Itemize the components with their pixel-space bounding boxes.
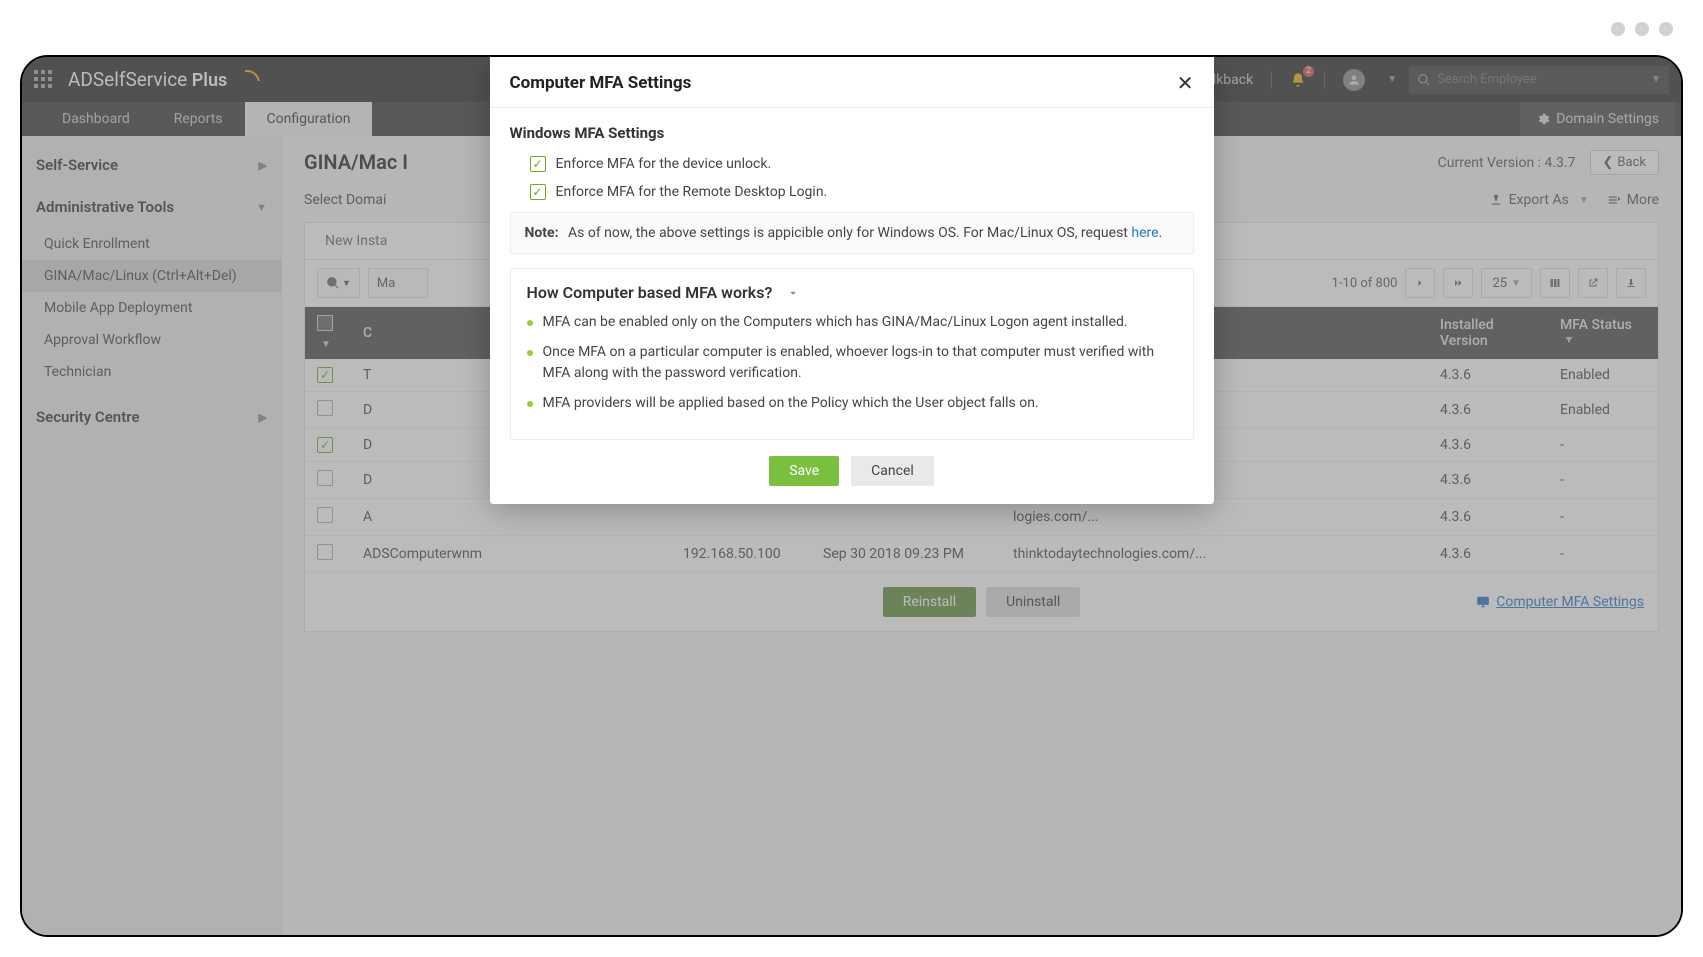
window-dot [1635,22,1649,36]
modal-close-button[interactable]: ✕ [1177,73,1194,93]
bullet-item: MFA can be enabled only on the Computers… [527,312,1177,334]
note-box: Note: As of now, the above settings is a… [510,212,1194,254]
window-dot [1659,22,1673,36]
enforce-unlock-option[interactable]: Enforce MFA for the device unlock. [530,156,1194,172]
cancel-button[interactable]: Cancel [851,456,934,486]
how-title: How Computer based MFA works? [527,283,773,302]
section-heading: Windows MFA Settings [510,124,1194,142]
mfa-settings-modal: Computer MFA Settings ✕ Windows MFA Sett… [490,57,1214,504]
chevron-down-icon [786,286,800,300]
checkbox-checked-icon[interactable] [530,184,546,200]
bullet-item: MFA providers will be applied based on t… [527,393,1177,415]
option-label: Enforce MFA for the Remote Desktop Login… [556,184,828,200]
request-here-link[interactable]: here [1131,225,1158,241]
window-controls [1611,22,1673,36]
note-label: Note: [525,225,559,241]
save-button[interactable]: Save [769,456,839,486]
bullet-item: Once MFA on a particular computer is ena… [527,342,1177,385]
how-it-works-box: How Computer based MFA works? MFA can be… [510,268,1194,440]
enforce-rdp-option[interactable]: Enforce MFA for the Remote Desktop Login… [530,184,1194,200]
how-it-works-toggle[interactable]: How Computer based MFA works? [527,283,1177,302]
window-dot [1611,22,1625,36]
checkbox-checked-icon[interactable] [530,156,546,172]
option-label: Enforce MFA for the device unlock. [556,156,772,172]
modal-title: Computer MFA Settings [510,73,692,93]
note-text: As of now, the above settings is appicib… [568,225,1131,241]
